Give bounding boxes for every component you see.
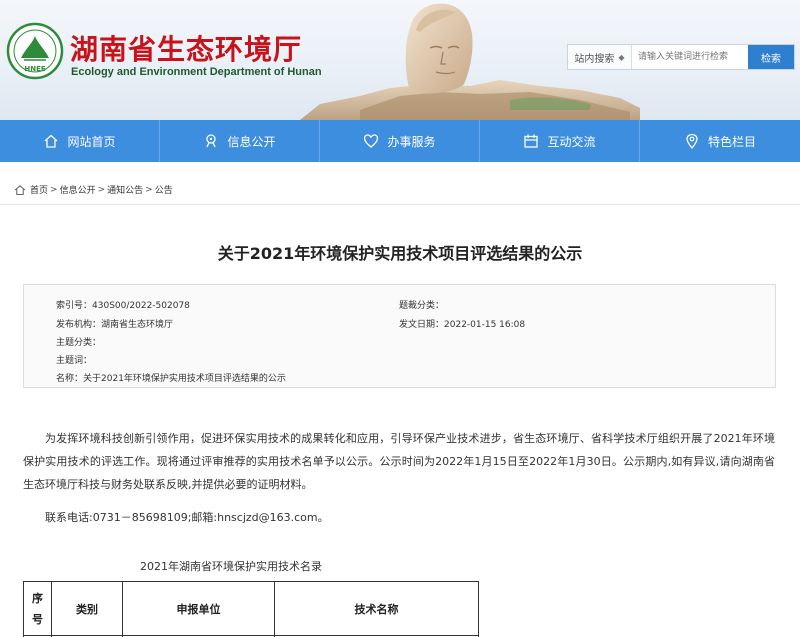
nav-item-info[interactable]: 信息公开 — [160, 120, 320, 162]
table-header-category: 类别 — [51, 581, 123, 636]
search-button[interactable]: 检索 — [748, 45, 794, 69]
nav-item-interaction[interactable]: 互动交流 — [480, 120, 640, 162]
article-meta-box: 索引号：430S00/2022-502078 题裁分类： 发布机构：湖南省生态环… — [23, 284, 776, 388]
main-nav: 网站首页 信息公开 办事服务 互动交流 特色栏目 — [0, 120, 800, 162]
location-icon — [686, 133, 698, 149]
chevron-down-icon: ◆ — [618, 52, 625, 62]
site-subtitle: Ecology and Environment Department of Hu… — [71, 66, 322, 78]
meta-date: 发文日期：2022-01-15 16:08 — [399, 317, 525, 331]
breadcrumb-link-info[interactable]: 信息公开 — [60, 183, 96, 196]
table-header-tech-name: 技术名称 — [274, 581, 479, 636]
heart-icon — [364, 134, 379, 148]
meta-index-value: 430S00/2022-502078 — [92, 301, 190, 311]
nav-item-label: 办事服务 — [387, 134, 436, 149]
nav-item-label: 特色栏目 — [707, 134, 756, 149]
table-header-row: 序号 类别 申报单位 技术名称 — [23, 581, 479, 636]
breadcrumb-link-announcement[interactable]: 公告 — [155, 183, 173, 196]
home-icon — [45, 134, 58, 148]
search-scope-label: 站内搜索 — [574, 53, 615, 65]
meta-topic-label: 主题分类： — [56, 338, 102, 348]
table-header-label: 序号 — [32, 591, 43, 626]
meta-index: 索引号：430S00/2022-502078 — [56, 298, 190, 312]
meta-publisher: 发布机构：湖南省生态环境厅 — [56, 317, 173, 331]
site-title[interactable]: 湖南省生态环境厅 — [70, 28, 302, 68]
nav-item-home[interactable]: 网站首页 — [0, 120, 160, 162]
breadcrumb-separator: > — [50, 184, 58, 195]
search-input[interactable] — [632, 45, 748, 69]
breadcrumb: 首页 > 信息公开 > 通知公告 > 公告 — [14, 183, 173, 196]
home-icon — [14, 184, 26, 195]
meta-name-value: 关于2021年环境保护实用技术项目评选结果的公示 — [83, 374, 286, 384]
table-caption: 2021年湖南省环境保护实用技术名录 — [140, 560, 322, 573]
article-paragraph: 为发挥环境科技创新引领作用，促进环保实用技术的成果转化和应用，引导环保产业技术进… — [23, 432, 775, 491]
nav-item-label: 互动交流 — [547, 134, 596, 149]
breadcrumb-link-home[interactable]: 首页 — [30, 183, 48, 196]
article-contact: 联系电话:0731－85698109;邮箱:hnscjzd@163.com。 — [45, 511, 329, 524]
meta-category-label: 题裁分类： — [399, 301, 445, 311]
breadcrumb-separator: > — [145, 184, 153, 195]
meta-category: 题裁分类： — [399, 298, 444, 312]
meta-keyword: 主题词： — [56, 353, 92, 367]
meta-publisher-value: 湖南省生态环境厅 — [101, 320, 174, 330]
breadcrumb-divider — [0, 204, 800, 205]
meta-name-label: 名称： — [56, 374, 84, 384]
table-header-index: 序号 — [23, 581, 52, 636]
site-header: HNEE 湖南省生态环境厅 Ecology and Environment De… — [0, 0, 800, 120]
department-logo: HNEE — [6, 22, 64, 80]
meta-index-label: 索引号： — [56, 301, 93, 311]
meta-keyword-label: 主题词： — [56, 356, 93, 366]
nav-item-label: 信息公开 — [227, 134, 276, 149]
breadcrumb-link-notices[interactable]: 通知公告 — [107, 183, 143, 196]
search-scope-select[interactable]: 站内搜索 ◆ — [568, 45, 632, 69]
nav-item-features[interactable]: 特色栏目 — [640, 120, 800, 162]
nav-item-services[interactable]: 办事服务 — [320, 120, 480, 162]
calendar-icon — [524, 134, 539, 148]
breadcrumb-separator: > — [97, 184, 106, 195]
meta-publisher-label: 发布机构： — [56, 320, 102, 330]
table-header-applicant: 申报单位 — [122, 581, 275, 636]
meta-topic: 主题分类： — [56, 335, 101, 349]
info-icon — [206, 134, 217, 148]
meta-date-label: 发文日期： — [399, 320, 445, 330]
logo-text: HNEE — [24, 65, 45, 73]
nav-item-label: 网站首页 — [67, 134, 116, 149]
article-title: 关于2021年环境保护实用技术项目评选结果的公示 — [217, 244, 583, 263]
meta-date-value: 2022-01-15 16:08 — [444, 320, 526, 330]
search-bar: 站内搜索 ◆ 检索 — [567, 44, 795, 70]
tech-list-table: 序号 类别 申报单位 技术名称 — [23, 581, 479, 637]
meta-name: 名称：关于2021年环境保护实用技术项目评选结果的公示 — [56, 371, 286, 385]
